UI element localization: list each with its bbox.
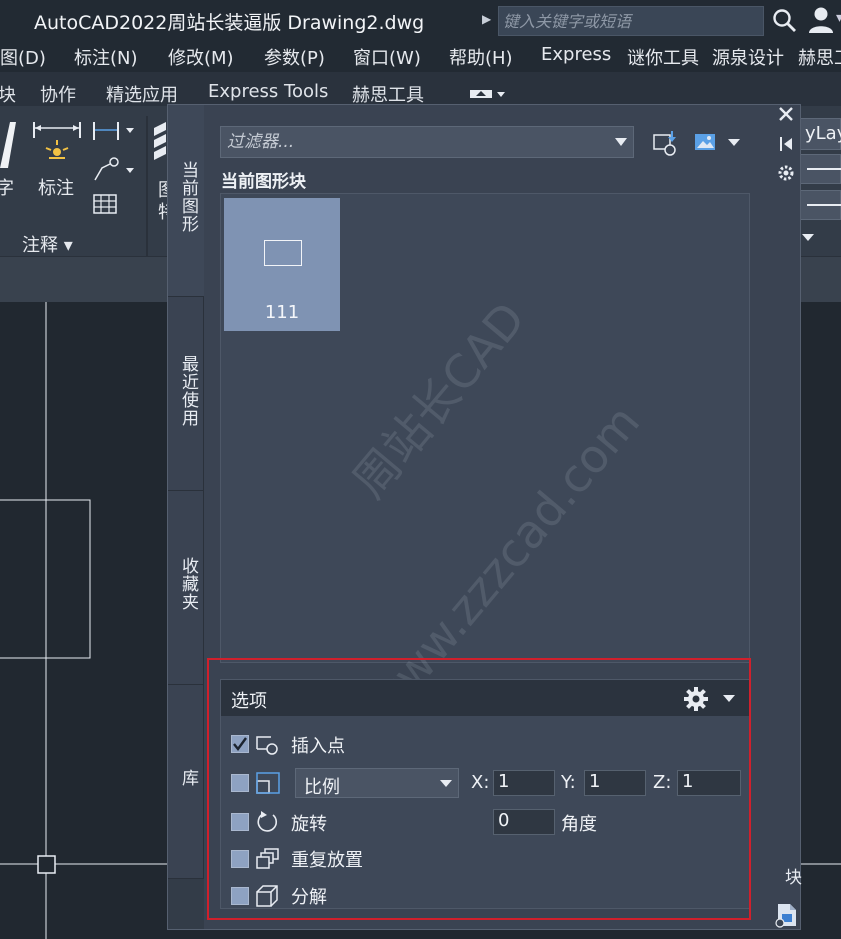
options-panel: 选项 插入点 比例 X: 1 Y: 1 Z: 1 旋转 0 角度 重复放置 分解 <box>220 679 750 909</box>
menu-item-express[interactable]: Express <box>541 44 611 65</box>
scale-x-input[interactable]: 1 <box>493 770 555 796</box>
tab-current-drawing-label: 当前图形 <box>178 161 198 233</box>
scale-y-input[interactable]: 1 <box>584 770 646 796</box>
insertion-point-icon <box>256 736 278 755</box>
text-icon[interactable] <box>0 120 18 170</box>
explode-checkbox[interactable] <box>231 887 249 905</box>
filter-dropdown[interactable] <box>220 126 634 158</box>
ribbon-tab-bar: 块 协作 精选应用 Express Tools 赫思工具 <box>0 72 841 106</box>
repeat-placement-icon <box>256 848 279 869</box>
options-header: 选项 <box>221 680 749 716</box>
window-title: AutoCAD2022周站长装逼版 Drawing2.dwg <box>34 12 425 34</box>
menu-item-yuanquan[interactable]: 源泉设计 <box>712 44 784 70</box>
layer-stack-icon[interactable] <box>152 120 168 164</box>
rotate-icon <box>257 811 278 832</box>
leader-icon[interactable] <box>92 156 136 184</box>
checkmark-icon <box>233 737 247 751</box>
annotation-panel-label[interactable]: 注释 ▾ <box>22 231 73 257</box>
scale-dropdown[interactable]: 比例 <box>295 768 459 798</box>
chevron-down-icon[interactable] <box>615 137 627 147</box>
blocks-gallery: 111 <box>220 193 750 663</box>
search-input[interactable] <box>503 10 759 32</box>
options-dropdown-icon[interactable] <box>723 694 735 703</box>
tab-recent-label: 最近使用 <box>178 355 198 427</box>
lineweight-dropdown[interactable] <box>800 190 841 220</box>
tab-current-drawing[interactable]: 当前图形 <box>168 105 204 297</box>
tab-libraries-label: 库 <box>178 769 198 787</box>
block-file-icon[interactable] <box>774 902 798 928</box>
user-menu-partial[interactable]: ▾ <box>836 10 841 26</box>
repeat-placement-checkbox[interactable] <box>231 850 249 868</box>
rotation-angle-input[interactable]: 0 <box>493 809 555 835</box>
insertion-point-label: 插入点 <box>291 736 345 757</box>
rotation-checkbox[interactable] <box>231 813 249 831</box>
scale-checkbox[interactable] <box>231 774 249 792</box>
repeat-placement-label: 重复放置 <box>291 850 363 871</box>
palette-tab-strip: 当前图形 最近使用 收藏夹 库 <box>168 105 204 929</box>
lineweight-preview <box>807 204 841 206</box>
close-icon[interactable] <box>778 106 794 122</box>
linetype-dropdown[interactable] <box>800 154 841 184</box>
angle-label: 角度 <box>561 814 597 835</box>
tab-block[interactable]: 块 <box>0 81 16 107</box>
menu-bar: 图(D) 标注(N) 修改(M) 参数(P) 窗口(W) 帮助(H) Expre… <box>0 40 841 72</box>
tab-favorites-label: 收藏夹 <box>178 557 198 611</box>
tab-express-tools[interactable]: Express Tools <box>208 81 328 102</box>
rotation-label: 旋转 <box>291 814 327 835</box>
layer-dropdown[interactable]: yLay <box>800 118 841 150</box>
search-box[interactable] <box>498 6 764 36</box>
blocks-palette: 当前图形 最近使用 收藏夹 库 当前图形块 111 <box>167 104 801 930</box>
chevron-down-icon <box>440 780 452 787</box>
menu-item-parametric[interactable]: 参数(P) <box>264 44 325 70</box>
tab-collaborate[interactable]: 协作 <box>40 81 76 107</box>
view-options-dropdown-icon[interactable] <box>728 138 740 147</box>
title-bar: AutoCAD2022周站长装逼版 Drawing2.dwg ▶ ▾ <box>0 0 841 40</box>
scale-z-input[interactable]: 1 <box>677 770 741 796</box>
filter-input[interactable] <box>227 131 597 153</box>
scale-dropdown-value: 比例 <box>304 777 340 798</box>
panel-divider <box>146 116 148 256</box>
options-title: 选项 <box>231 691 267 712</box>
gear-icon[interactable] <box>683 686 709 712</box>
menu-item-modify[interactable]: 修改(M) <box>168 44 234 70</box>
layer-dropdown-value: yLay <box>805 123 841 144</box>
scale-z-label: Z: <box>653 772 672 793</box>
scale-y-label: Y: <box>561 772 576 793</box>
search-expand-icon[interactable]: ▶ <box>482 12 491 26</box>
explode-icon <box>256 885 278 907</box>
linear-dim-icon[interactable] <box>92 120 136 144</box>
linetype-preview <box>807 168 841 170</box>
menu-item-dimension[interactable]: 标注(N) <box>74 44 138 70</box>
insertion-point-checkbox[interactable] <box>231 735 249 753</box>
current-blocks-title: 当前图形块 <box>221 172 306 192</box>
dimension-icon[interactable] <box>32 118 84 168</box>
menu-item-window[interactable]: 窗口(W) <box>353 44 421 70</box>
block-tile[interactable]: 111 <box>224 198 340 331</box>
palette-settings-icon[interactable] <box>777 164 795 182</box>
tab-recent[interactable]: 最近使用 <box>168 297 204 491</box>
scale-x-label: X: <box>471 772 490 793</box>
block-name: 111 <box>264 302 300 323</box>
tab-favorites[interactable]: 收藏夹 <box>168 491 204 685</box>
palette-side-label: 块 <box>781 868 801 885</box>
tab-libraries[interactable]: 库 <box>168 685 204 879</box>
explode-label: 分解 <box>291 887 327 908</box>
properties-panel-arrow-icon[interactable] <box>802 232 814 242</box>
search-icon[interactable] <box>772 8 798 34</box>
dimension-label[interactable]: 标注 <box>38 174 74 200</box>
table-icon[interactable] <box>93 194 117 214</box>
text-label: 字 <box>0 178 14 199</box>
ribbon-display-dropdown-icon[interactable] <box>470 88 510 100</box>
auto-hide-icon[interactable] <box>778 136 794 152</box>
menu-item-draw[interactable]: 图(D) <box>0 44 46 70</box>
scale-icon <box>256 772 280 794</box>
menu-item-hesi[interactable]: 赫思工 <box>798 44 841 70</box>
block-thumbnail <box>264 240 302 266</box>
menu-item-mini-tools[interactable]: 谜你工具 <box>627 44 699 70</box>
user-icon[interactable] <box>808 6 834 34</box>
menu-item-help[interactable]: 帮助(H) <box>449 44 513 70</box>
browse-blocks-icon[interactable] <box>652 129 682 157</box>
thumbnail-view-icon[interactable] <box>694 131 716 153</box>
